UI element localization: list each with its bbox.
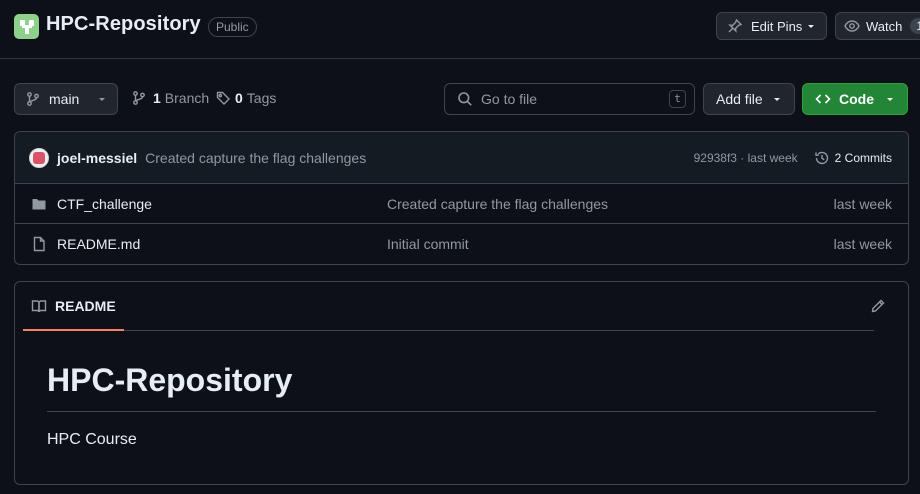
code-icon bbox=[815, 91, 831, 107]
book-icon bbox=[31, 298, 47, 314]
file-commit-time: last week bbox=[833, 195, 892, 212]
edit-pins-button[interactable]: Edit Pins bbox=[716, 12, 827, 40]
watch-button[interactable]: Watch 1 bbox=[835, 12, 920, 40]
pin-icon bbox=[727, 18, 743, 34]
repo-logo-icon bbox=[14, 14, 39, 39]
go-to-file-search[interactable]: Go to file t bbox=[444, 83, 695, 115]
readme-body: HPC Course bbox=[47, 431, 137, 448]
add-file-label: Add file bbox=[716, 91, 763, 107]
pencil-icon[interactable] bbox=[870, 298, 886, 314]
watch-label: Watch bbox=[866, 18, 903, 34]
visibility-badge: Public bbox=[208, 17, 257, 37]
search-icon bbox=[457, 91, 473, 107]
edit-pins-label: Edit Pins bbox=[751, 18, 803, 34]
tag-count: 0 bbox=[235, 90, 243, 106]
file-commit-time: last week bbox=[833, 236, 892, 252]
file-name[interactable]: README.md bbox=[57, 236, 387, 252]
commits-label: 2 Commits bbox=[834, 150, 892, 165]
readme-panel: README HPC-Repository HPC Course bbox=[14, 281, 909, 485]
tags-link[interactable]: 0 Tags bbox=[215, 90, 276, 106]
git-branch-icon bbox=[25, 91, 41, 107]
chevron-down-icon bbox=[97, 94, 107, 104]
readme-tab-bar: README bbox=[23, 282, 874, 331]
chevron-down-icon bbox=[885, 94, 895, 104]
table-row[interactable]: README.md Initial commit last week bbox=[15, 224, 908, 264]
branch-count: 1 bbox=[153, 90, 161, 106]
branch-label: Branch bbox=[164, 90, 210, 106]
file-name[interactable]: CTF_challenge bbox=[57, 196, 387, 212]
code-button[interactable]: Code bbox=[802, 83, 908, 115]
branch-name: main bbox=[49, 91, 80, 107]
readme-divider bbox=[47, 411, 876, 412]
file-commit-message[interactable]: Created capture the flag challenges bbox=[387, 196, 834, 212]
branches-link[interactable]: 1 Branch bbox=[131, 90, 209, 106]
header-divider bbox=[0, 58, 920, 59]
tag-icon bbox=[215, 90, 231, 106]
repo-title[interactable]: HPC-Repository bbox=[46, 13, 201, 36]
file-listing: joel-messiel Created capture the flag ch… bbox=[14, 131, 909, 265]
readme-tab-label: README bbox=[55, 297, 116, 314]
file-icon bbox=[31, 236, 47, 252]
file-commit-message[interactable]: Initial commit bbox=[387, 236, 834, 252]
tab-readme[interactable]: README bbox=[23, 282, 124, 331]
code-label: Code bbox=[839, 91, 874, 107]
commit-author[interactable]: joel-messiel bbox=[57, 150, 137, 166]
history-icon bbox=[814, 150, 830, 166]
table-row[interactable]: CTF_challenge Created capture the flag c… bbox=[15, 184, 908, 224]
chevron-down-icon bbox=[806, 21, 816, 31]
commit-hash-time[interactable]: 92938f3 · last week bbox=[694, 151, 798, 165]
commit-message[interactable]: Created capture the flag challenges bbox=[145, 150, 366, 166]
commits-link[interactable]: 2 Commits bbox=[814, 150, 892, 166]
search-shortcut-key: t bbox=[669, 90, 686, 108]
branch-selector-button[interactable]: main bbox=[14, 83, 118, 115]
add-file-button[interactable]: Add file bbox=[703, 83, 795, 115]
eye-icon bbox=[844, 18, 860, 34]
watch-count: 1 bbox=[910, 18, 920, 34]
chevron-down-icon bbox=[772, 94, 782, 104]
folder-icon bbox=[31, 196, 47, 212]
avatar[interactable] bbox=[29, 147, 49, 168]
git-branch-icon bbox=[131, 90, 147, 106]
tag-label: Tags bbox=[246, 90, 277, 106]
search-placeholder: Go to file bbox=[481, 91, 538, 107]
latest-commit-bar: joel-messiel Created capture the flag ch… bbox=[15, 132, 908, 184]
readme-heading: HPC-Repository bbox=[47, 362, 293, 398]
